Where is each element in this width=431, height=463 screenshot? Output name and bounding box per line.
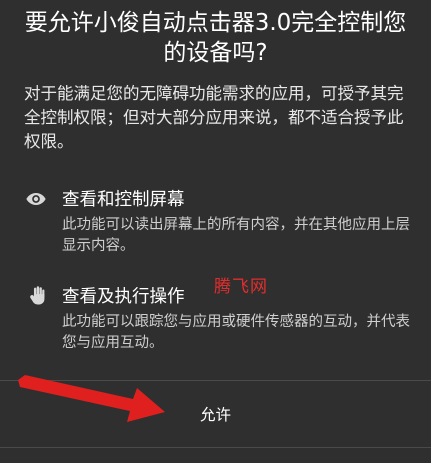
permission-desc-screen: 此功能可以读出屏幕上的所有内容，并在其他应用上层显示内容。 — [62, 217, 410, 254]
hand-icon — [30, 286, 45, 305]
allow-button[interactable]: 允许 — [0, 381, 431, 447]
dialog-description: 对于能满足您的无障碍功能需求的应用，可授予其完全控制权限；但对大部分应用来说，都… — [24, 84, 404, 151]
eye-icon — [26, 193, 46, 205]
dialog-title: 要允许小俊自动点击器3.0完全控制您的设备吗? — [24, 10, 407, 66]
allow-button-label: 允许 — [199, 406, 231, 424]
watermark-text: 腾飞网 — [214, 277, 268, 297]
divider-bottom — [0, 447, 431, 448]
permission-dialog: 要允许小俊自动点击器3.0完全控制您的设备吗? 对于能满足您的无障碍功能需求的应… — [0, 0, 431, 463]
permission-title-actions: 查看及执行操作 — [62, 287, 185, 307]
permission-desc-actions: 此功能可以跟踪您与应用或硬件传感器的互动，并代表您与应用互动。 — [62, 314, 410, 351]
permission-title-screen: 查看和控制屏幕 — [62, 190, 185, 210]
